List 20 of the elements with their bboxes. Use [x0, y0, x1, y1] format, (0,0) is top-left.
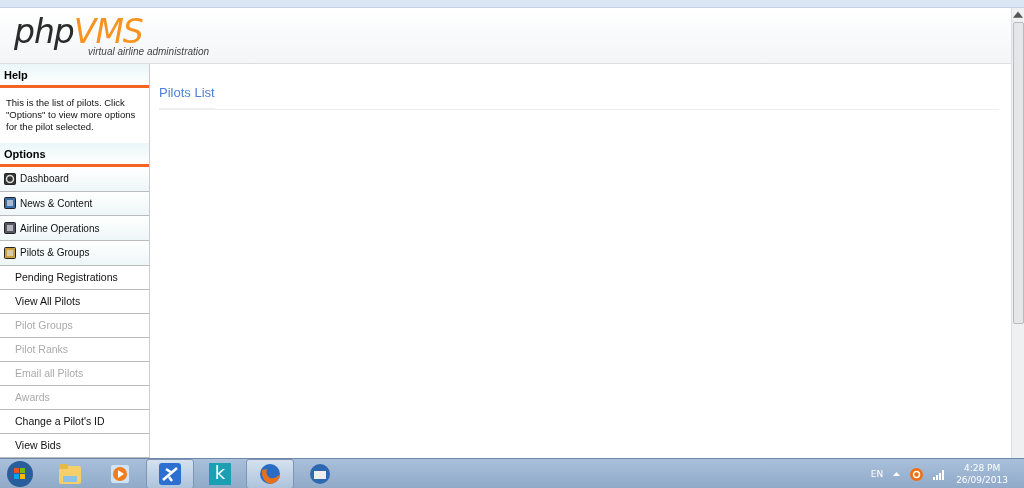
logo-tagline: virtual airline administration	[88, 45, 210, 57]
folder-icon[interactable]	[58, 463, 82, 485]
menu-link[interactable]: View All Pilots	[0, 289, 149, 314]
scrollbar[interactable]	[1011, 8, 1024, 458]
section-header: Options	[0, 143, 149, 167]
globe-icon[interactable]	[259, 463, 281, 485]
signal-icon[interactable]	[933, 468, 947, 480]
page-title: Pilots List	[159, 85, 215, 109]
menu-link[interactable]: Change a Pilot's ID	[0, 409, 149, 434]
gauge-icon	[4, 172, 16, 185]
tray-app-icon[interactable]	[910, 467, 924, 481]
play-icon[interactable]	[110, 464, 130, 484]
start-button[interactable]	[4, 460, 36, 488]
scrollbar-thumb[interactable]	[1012, 22, 1024, 324]
menu-link[interactable]: Pending Registrations	[0, 265, 149, 290]
logo-text: php	[14, 11, 74, 51]
section-header: Help	[0, 64, 149, 88]
mail-icon[interactable]	[309, 463, 331, 485]
caret-icon[interactable]	[893, 472, 901, 476]
help-text: This is the list of pilots. Click "Options" to view more options for the pilot selected.	[5, 96, 137, 134]
